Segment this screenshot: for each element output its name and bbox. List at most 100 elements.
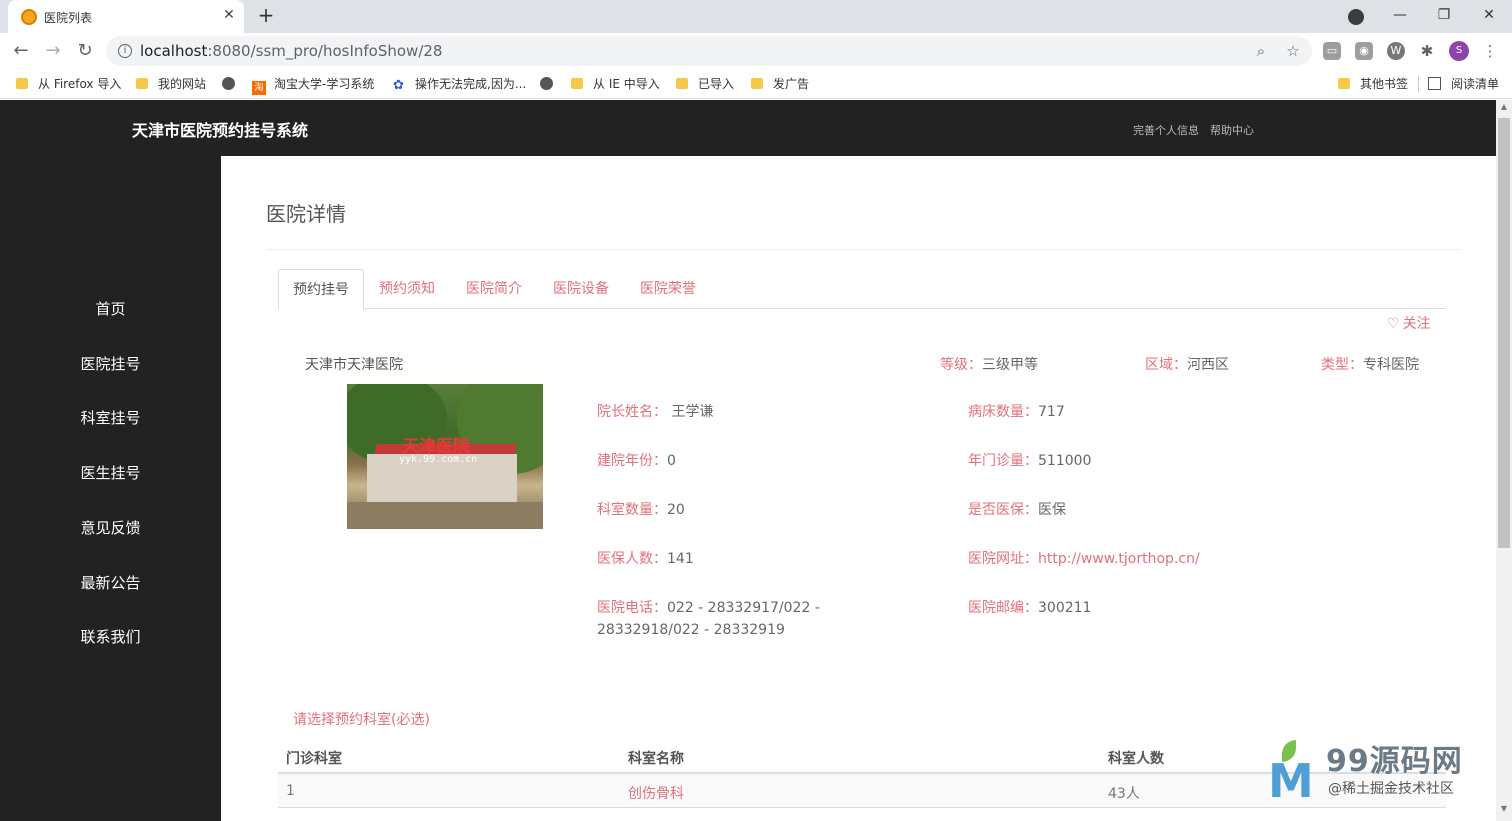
heart-icon: ♡ — [1387, 316, 1400, 332]
globe-icon — [540, 77, 553, 90]
hospital-phone: 医院电话：022 - 28332917/022 - 28332918/022 -… — [597, 600, 820, 638]
minimize-icon[interactable]: — — [1388, 4, 1412, 26]
back-icon[interactable]: ← — [9, 39, 33, 63]
sidebar-item-home[interactable]: 首页 — [0, 294, 221, 324]
bookmarks-bar: 从 Firefox 导入 我的网站 淘淘宝大学-学习系统 ✿ 操作无法完成,因为.… — [0, 69, 1512, 99]
site-brand[interactable]: 天津市医院预约挂号系统 — [132, 117, 308, 141]
hospital-grade: 等级：三级甲等 — [940, 357, 1038, 373]
tab-equipment[interactable]: 医院设备 — [539, 269, 623, 309]
sidebar-item-hospital[interactable]: 医院挂号 — [0, 349, 221, 379]
site-info-icon[interactable]: i — [118, 44, 132, 58]
restore-icon[interactable]: ❐ — [1432, 4, 1456, 26]
row-id: 1 — [286, 783, 295, 799]
reload-icon[interactable]: ↻ — [73, 39, 97, 63]
watermark-logo: M — [1268, 740, 1316, 804]
top-navbar: 天津市医院预约挂号系统 完善个人信息 帮助中心 — [0, 100, 1496, 156]
detail-tabs: 预约挂号 预约须知 医院简介 医院设备 医院荣誉 — [278, 269, 1446, 310]
help-link[interactable]: 帮助中心 — [1210, 122, 1254, 138]
bookmark-item[interactable]: 从 IE 中导入 — [571, 75, 660, 93]
bed-count: 病床数量：717 — [968, 404, 1065, 420]
bookmark-item[interactable]: 淘淘宝大学-学习系统 — [252, 75, 374, 95]
favicon-icon — [21, 9, 37, 25]
bookmark-star-icon[interactable]: ☆ — [1283, 41, 1303, 61]
profile-link[interactable]: 完善个人信息 — [1133, 122, 1199, 138]
zoom-icon[interactable]: ⌕ — [1251, 41, 1271, 61]
main-content: 医院详情 预约挂号 预约须知 医院简介 医院设备 医院荣誉 ♡ 关注 天津市天津医… — [221, 156, 1496, 821]
folder-icon — [1338, 78, 1350, 89]
sidebar-item-doctor[interactable]: 医生挂号 — [0, 458, 221, 488]
column-header: 科室人数 — [1108, 751, 1164, 767]
watermark: M 99源码网 @稀土掘金技术社区 — [1268, 732, 1490, 804]
divider — [266, 249, 1461, 250]
web-page: 天津市医院预约挂号系统 完善个人信息 帮助中心 首页 医院挂号 科室挂号 医生挂… — [0, 100, 1496, 821]
tab-notice[interactable]: 预约须知 — [365, 269, 449, 309]
sidebar-item-notice[interactable]: 最新公告 — [0, 568, 221, 598]
browser-tab-bar: 医院列表 ✕ + — ❐ ✕ — [0, 0, 1512, 33]
sidebar: 首页 医院挂号 科室挂号 医生挂号 意见反馈 最新公告 联系我们 — [0, 156, 221, 821]
insurance-status: 是否医保：医保 — [968, 502, 1066, 518]
column-header: 科室名称 — [628, 751, 684, 767]
hospital-type: 类型：专科医院 — [1321, 357, 1419, 373]
department-headcount: 43人 — [1108, 786, 1140, 802]
bookmark-item[interactable] — [540, 75, 563, 93]
menu-kebab-icon[interactable]: ⋮ — [1481, 42, 1499, 60]
page-scrollbar[interactable]: ▲ ▼ — [1496, 100, 1512, 821]
address-bar[interactable]: i localhost:8080/ssm_pro/hosInfoShow/28 … — [106, 36, 1312, 66]
folder-icon — [571, 78, 583, 89]
website-link[interactable]: http://www.tjorthop.cn/ — [1038, 551, 1200, 567]
url-text[interactable]: localhost:8080/ssm_pro/hosInfoShow/28 — [140, 42, 442, 60]
scroll-thumb[interactable] — [1498, 118, 1510, 548]
reading-list-icon — [1428, 77, 1441, 90]
founded-year: 建院年份：0 — [597, 453, 676, 469]
browser-tab[interactable]: 医院列表 ✕ — [8, 0, 244, 33]
tab-honors[interactable]: 医院荣誉 — [626, 269, 710, 309]
folder-icon — [676, 78, 688, 89]
baidu-paw-icon: ✿ — [393, 78, 404, 93]
other-bookmarks[interactable]: 其他书签 — [1338, 75, 1408, 93]
sidebar-item-department[interactable]: 科室挂号 — [0, 403, 221, 433]
hospital-photo: 天津医院 yyk.99.com.cn — [347, 384, 543, 529]
tab-intro[interactable]: 医院简介 — [452, 269, 536, 309]
sidebar-item-feedback[interactable]: 意见反馈 — [0, 513, 221, 543]
hospital-name: 天津市天津医院 — [305, 357, 403, 373]
scroll-down-arrow-icon[interactable]: ▼ — [1496, 804, 1512, 818]
column-header: 门诊科室 — [286, 751, 342, 767]
folder-icon — [136, 78, 148, 89]
profile-avatar[interactable]: S — [1449, 41, 1469, 61]
folder-icon — [751, 78, 763, 89]
bookmark-item[interactable]: 发广告 — [751, 75, 809, 93]
bookmark-item[interactable] — [222, 75, 245, 93]
scroll-up-arrow-icon[interactable]: ▲ — [1496, 102, 1512, 116]
annual-visits: 年门诊量：511000 — [968, 453, 1092, 469]
director-name: 院长姓名： 王学谦 — [597, 404, 714, 420]
bookmark-item[interactable]: ✿ 操作无法完成,因为... — [393, 75, 526, 93]
tab-booking[interactable]: 预约挂号 — [278, 269, 364, 310]
bookmark-item[interactable]: 已导入 — [676, 75, 734, 93]
taobao-icon: 淘 — [252, 81, 266, 95]
browser-toolbar: ← → ↻ i localhost:8080/ssm_pro/hosInfoSh… — [0, 33, 1512, 69]
follow-button[interactable]: ♡ 关注 — [1387, 313, 1431, 333]
close-tab-icon[interactable]: ✕ — [220, 6, 238, 24]
bookmarks-divider — [1418, 76, 1419, 92]
hospital-website: 医院网址：http://www.tjorthop.cn/ — [968, 551, 1200, 567]
extension-w-icon[interactable]: W — [1387, 42, 1405, 60]
globe-icon — [222, 77, 235, 90]
select-department-hint: 请选择预约科室(必选) — [293, 712, 430, 728]
bookmark-item[interactable]: 从 Firefox 导入 — [16, 75, 121, 93]
table-row[interactable] — [278, 808, 1446, 821]
extension-screen-icon[interactable]: ▭ — [1323, 42, 1341, 60]
page-title: 医院详情 — [266, 202, 346, 226]
sidebar-item-contact[interactable]: 联系我们 — [0, 622, 221, 652]
insured-count: 医保人数：141 — [597, 551, 694, 567]
tab-search-icon[interactable] — [1348, 9, 1364, 25]
forward-icon[interactable]: → — [41, 39, 65, 63]
department-name-link[interactable]: 创伤骨科 — [628, 783, 684, 803]
folder-icon — [16, 78, 28, 89]
reading-list[interactable]: 阅读清单 — [1428, 75, 1499, 93]
camera-icon[interactable]: ◉ — [1355, 42, 1373, 60]
new-tab-icon[interactable]: + — [256, 4, 276, 26]
bookmark-item[interactable]: 我的网站 — [136, 75, 206, 93]
extensions-puzzle-icon[interactable]: ✱ — [1418, 42, 1436, 60]
postal-code: 医院邮编：300211 — [968, 600, 1092, 616]
close-window-icon[interactable]: ✕ — [1477, 4, 1501, 26]
